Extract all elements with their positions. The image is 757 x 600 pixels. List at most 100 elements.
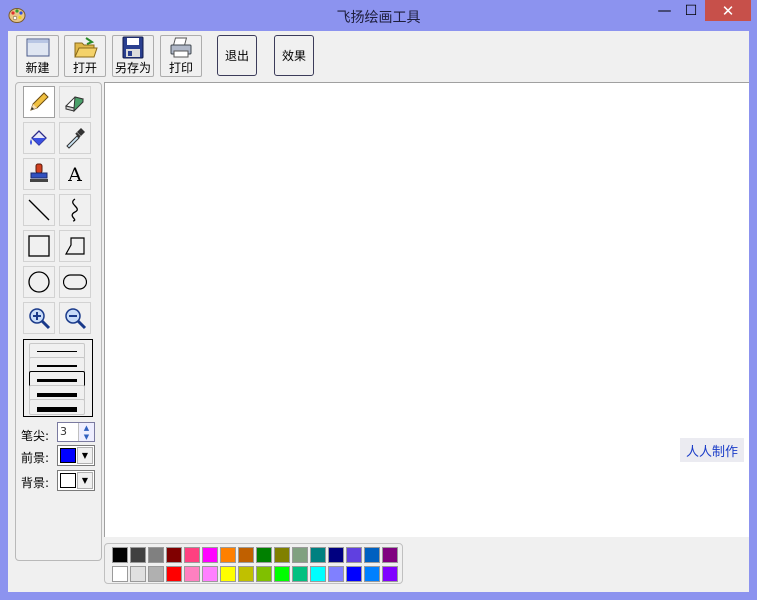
palette-swatch[interactable] bbox=[220, 547, 236, 563]
pencil-icon bbox=[30, 92, 49, 111]
ellipse-tool[interactable] bbox=[23, 266, 55, 298]
print-button[interactable]: 打印 bbox=[160, 35, 202, 77]
window-title: 飞扬绘画工具 bbox=[336, 10, 421, 26]
rectangle-tool[interactable] bbox=[23, 230, 55, 262]
eyedropper-tool[interactable] bbox=[59, 122, 91, 154]
new-button[interactable]: 新建 bbox=[16, 35, 59, 77]
toolbar: 新建 打开 另存为 打印 退出 效果 bbox=[8, 31, 749, 82]
rectangle-icon bbox=[28, 235, 50, 257]
palette-swatch[interactable] bbox=[166, 547, 182, 563]
zoom-in-tool[interactable] bbox=[23, 302, 55, 334]
background-swatch bbox=[60, 473, 76, 488]
palette-swatch[interactable] bbox=[328, 547, 344, 563]
palette-swatch[interactable] bbox=[130, 547, 146, 563]
pen-tip-spinner[interactable]: 3 ▲ ▼ bbox=[57, 422, 95, 442]
eraser-tool[interactable] bbox=[59, 86, 91, 118]
fill-tool[interactable] bbox=[23, 122, 55, 154]
palette-swatch[interactable] bbox=[256, 547, 272, 563]
polygon-tool[interactable] bbox=[59, 230, 91, 262]
new-label: 新建 bbox=[25, 61, 50, 75]
palette-swatch[interactable] bbox=[274, 566, 290, 582]
tool-panel: A 笔尖: 3 ▲ ▼ 前景: ▼ 背景: ▼ bbox=[15, 82, 102, 561]
eraser-icon bbox=[65, 96, 84, 113]
palette-swatch[interactable] bbox=[202, 547, 218, 563]
palette-swatch[interactable] bbox=[256, 566, 272, 582]
client-area: 新建 打开 另存为 打印 退出 效果 A 笔尖: 3 ▲ ▼ 前景: ▼ 背景:… bbox=[8, 31, 749, 592]
text-icon: A bbox=[67, 164, 82, 186]
polygon-icon bbox=[64, 237, 85, 255]
background-color-select[interactable]: ▼ bbox=[57, 470, 95, 491]
save-as-label: 另存为 bbox=[114, 61, 151, 75]
drawing-canvas[interactable] bbox=[104, 82, 749, 537]
floppy-disk-icon bbox=[122, 36, 144, 59]
paint-bucket-icon bbox=[30, 130, 47, 146]
palette-swatch[interactable] bbox=[130, 566, 146, 582]
line-width-selector bbox=[23, 339, 93, 417]
chevron-down-icon[interactable]: ▼ bbox=[77, 472, 93, 489]
title-bar[interactable]: 飞扬绘画工具 — ☐ ✕ bbox=[0, 0, 757, 31]
palette-swatch[interactable] bbox=[382, 566, 398, 582]
ellipse-icon bbox=[28, 271, 50, 293]
palette-swatch[interactable] bbox=[364, 566, 380, 582]
svg-text:A: A bbox=[67, 164, 82, 186]
palette-swatch[interactable] bbox=[184, 566, 200, 582]
palette-swatch[interactable] bbox=[292, 547, 308, 563]
foreground-color-select[interactable]: ▼ bbox=[57, 445, 95, 466]
palette-swatch[interactable] bbox=[310, 566, 326, 582]
palette-swatch[interactable] bbox=[346, 547, 362, 563]
foreground-label: 前景: bbox=[21, 451, 50, 465]
exit-button[interactable]: 退出 bbox=[217, 35, 257, 76]
palette-swatch[interactable] bbox=[166, 566, 182, 582]
stamp-icon bbox=[30, 163, 48, 182]
stamp-tool[interactable] bbox=[23, 158, 55, 190]
palette-swatch[interactable] bbox=[148, 547, 164, 563]
zoom-out-tool[interactable] bbox=[59, 302, 91, 334]
close-button[interactable]: ✕ bbox=[705, 0, 751, 21]
text-tool[interactable]: A bbox=[59, 158, 91, 190]
rounded-rect-tool[interactable] bbox=[59, 266, 91, 298]
background-label: 背景: bbox=[21, 476, 50, 490]
pen-tip-label: 笔尖: bbox=[21, 429, 50, 443]
zoom-out-icon bbox=[65, 308, 87, 330]
pen-tip-value: 3 bbox=[60, 425, 67, 438]
effect-button[interactable]: 效果 bbox=[274, 35, 314, 76]
print-label: 打印 bbox=[168, 61, 193, 75]
palette-swatch[interactable] bbox=[364, 547, 380, 563]
palette-swatch[interactable] bbox=[274, 547, 290, 563]
curve-tool[interactable] bbox=[59, 194, 91, 226]
palette-swatch[interactable] bbox=[184, 547, 200, 563]
app-window: 飞扬绘画工具 — ☐ ✕ 新建 打开 另存为 打印 退出 效果 A 笔尖: 3 … bbox=[0, 0, 757, 600]
new-file-icon bbox=[26, 38, 49, 57]
zoom-in-icon bbox=[29, 308, 51, 330]
palette-swatch[interactable] bbox=[238, 566, 254, 582]
palette-swatch[interactable] bbox=[292, 566, 308, 582]
palette-swatch[interactable] bbox=[310, 547, 326, 563]
palette-swatch[interactable] bbox=[202, 566, 218, 582]
line-width-5[interactable] bbox=[29, 399, 85, 415]
eyedropper-icon bbox=[66, 128, 85, 149]
open-folder-icon bbox=[74, 37, 98, 58]
color-palette bbox=[104, 543, 403, 584]
palette-swatch[interactable] bbox=[112, 547, 128, 563]
open-button[interactable]: 打开 bbox=[64, 35, 106, 77]
line-tool[interactable] bbox=[23, 194, 55, 226]
maximize-button[interactable]: ☐ bbox=[678, 0, 704, 21]
spin-up-button[interactable]: ▲ bbox=[78, 423, 94, 432]
pencil-tool[interactable] bbox=[23, 86, 55, 118]
palette-swatch[interactable] bbox=[220, 566, 236, 582]
minimize-button[interactable]: — bbox=[652, 0, 677, 21]
palette-swatch[interactable] bbox=[328, 566, 344, 582]
printer-icon bbox=[170, 37, 192, 58]
foreground-swatch bbox=[60, 448, 76, 463]
palette-swatch[interactable] bbox=[346, 566, 362, 582]
spin-down-button[interactable]: ▼ bbox=[78, 432, 94, 441]
palette-swatch[interactable] bbox=[238, 547, 254, 563]
curve-icon bbox=[71, 198, 78, 222]
credit-label: 人人制作 bbox=[680, 438, 744, 462]
palette-swatch[interactable] bbox=[148, 566, 164, 582]
palette-swatch[interactable] bbox=[382, 547, 398, 563]
save-as-button[interactable]: 另存为 bbox=[112, 35, 154, 77]
palette-swatch[interactable] bbox=[112, 566, 128, 582]
open-label: 打开 bbox=[72, 61, 97, 75]
chevron-down-icon[interactable]: ▼ bbox=[77, 447, 93, 464]
